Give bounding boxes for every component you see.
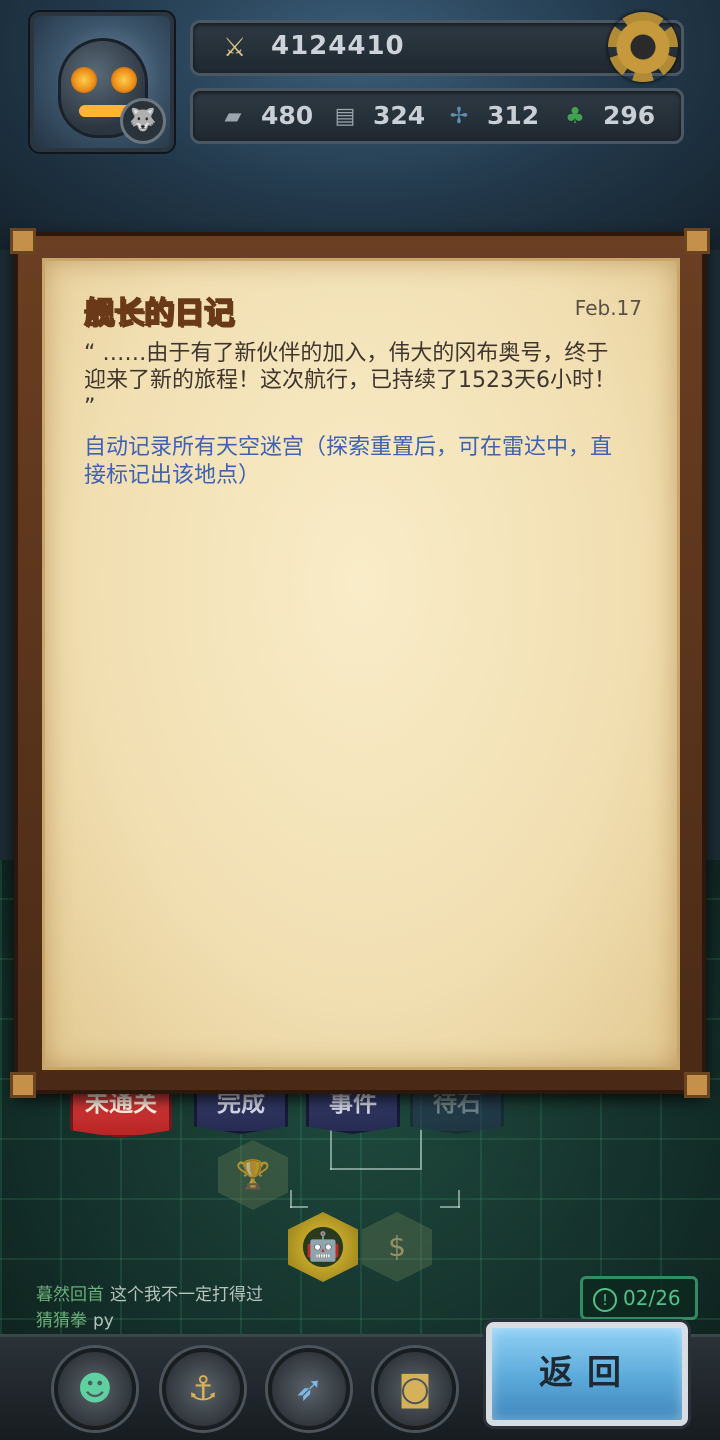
diary-date: Feb.17 bbox=[574, 296, 642, 320]
player-avatar[interactable]: 🐺 bbox=[30, 12, 174, 152]
map-path-line bbox=[330, 1130, 332, 1170]
sword-icon: ⚔ bbox=[223, 33, 247, 63]
fan-icon: ✢ bbox=[449, 104, 469, 129]
clover-icon: ♣ bbox=[565, 104, 585, 129]
resource-value: 324 bbox=[373, 101, 426, 130]
map-path-line bbox=[420, 1130, 422, 1170]
map-path-line bbox=[440, 1206, 460, 1208]
alert-icon: ! bbox=[593, 1287, 617, 1312]
map-path-line bbox=[330, 1168, 420, 1170]
ship-nav-icon[interactable]: ⚓ bbox=[162, 1348, 244, 1430]
resource-value: 480 bbox=[261, 101, 314, 130]
diary-quote: “ ……由于有了新伙伴的加入，伟大的冈布奥号，终于迎来了新的旅程！这次航行，已持… bbox=[84, 341, 616, 420]
chat-text: 这个我不一定打得过 bbox=[110, 1285, 263, 1305]
chat-text: py bbox=[93, 1311, 114, 1331]
diary-note: 自动记录所有天空迷宫（探索重置后，可在雷达中，直接标记出该地点） bbox=[84, 435, 613, 488]
slime-nav-icon[interactable]: ☻ bbox=[54, 1348, 136, 1430]
map-path-line bbox=[458, 1190, 460, 1208]
resource-value: 296 bbox=[603, 101, 656, 130]
map-path-line bbox=[290, 1206, 308, 1208]
settings-gear-icon[interactable] bbox=[608, 12, 678, 82]
counter-value: 02/26 bbox=[623, 1286, 681, 1310]
power-value: 4124410 bbox=[271, 31, 405, 61]
frame-corner bbox=[684, 1072, 710, 1098]
robot-eye-icon bbox=[111, 67, 137, 93]
rocket-nav-icon[interactable]: ➶ bbox=[268, 1348, 350, 1430]
chat-sender: 猜猜拳 bbox=[36, 1311, 87, 1331]
robot-eye-icon bbox=[71, 67, 97, 93]
diary-title: 舰长的日记 bbox=[83, 295, 235, 332]
tank-icon: ▰ bbox=[224, 104, 242, 129]
frame-corner bbox=[10, 228, 36, 254]
chat-sender: 暮然回首 bbox=[36, 1285, 104, 1305]
maze-counter[interactable]: ! 02/26 bbox=[580, 1276, 698, 1320]
bag-nav-icon[interactable]: ◙ bbox=[374, 1348, 456, 1430]
chat-message: 暮然回首 这个我不一定打得过 bbox=[36, 1280, 263, 1305]
frame-corner bbox=[684, 228, 710, 254]
chat-message: 猜猜拳 py bbox=[36, 1306, 114, 1331]
return-button[interactable]: 返回 bbox=[486, 1322, 688, 1426]
wolf-badge-icon: 🐺 bbox=[120, 98, 166, 144]
chip-icon: ▤ bbox=[334, 104, 356, 129]
frame-corner bbox=[10, 1072, 36, 1098]
resource-bar: ▰ 480 ▤ 324 ✢ 312 ♣ 296 bbox=[190, 88, 684, 144]
resource-value: 312 bbox=[487, 101, 540, 130]
